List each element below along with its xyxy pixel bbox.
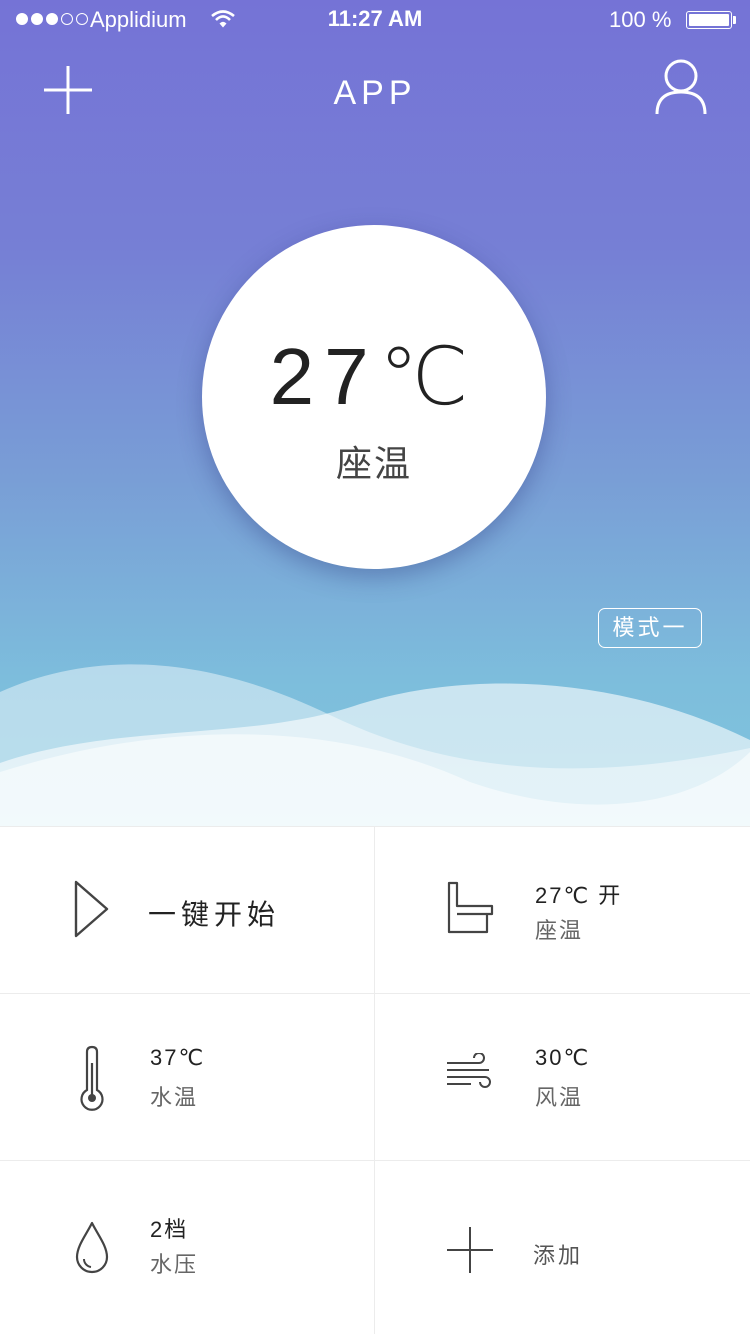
play-icon (74, 880, 109, 938)
battery-percent: 100 % (609, 7, 672, 32)
water-pressure-label: 水压 (150, 1252, 199, 1277)
seat-temp-value: 27℃ 开 (535, 883, 623, 908)
feature-grid: 一键开始 27℃ 开 座温 37℃ 水温 30℃ 风温 2档 水压 添加 (0, 826, 750, 1334)
seat-temp-card[interactable]: 27℃ 开 座温 (375, 826, 749, 993)
water-pressure-value: 2档 (150, 1217, 189, 1242)
temperature-label: 座温 (335, 443, 412, 484)
air-temp-card[interactable]: 30℃ 风温 (375, 993, 749, 1160)
user-icon[interactable] (650, 56, 712, 118)
temperature-value: 27℃ (269, 332, 479, 421)
battery-icon (686, 11, 732, 29)
hero-section: Applidium 11:27 AM 100 % APP 27℃ 座温 模式一 (0, 0, 750, 826)
one-key-start-button[interactable]: 一键开始 (0, 826, 374, 993)
water-pressure-card[interactable]: 2档 水压 (0, 1160, 374, 1327)
add-feature-button[interactable]: 添加 (375, 1160, 749, 1327)
temperature-dial[interactable]: 27℃ 座温 (202, 225, 546, 569)
wave-decoration (0, 664, 750, 826)
battery-tip (733, 16, 736, 24)
water-temp-card[interactable]: 37℃ 水温 (0, 993, 374, 1160)
water-temp-label: 水温 (150, 1085, 199, 1110)
thermometer-icon (80, 1045, 104, 1111)
water-temp-value: 37℃ (150, 1045, 206, 1070)
water-drop-icon (75, 1221, 109, 1274)
status-bar: Applidium 11:27 AM 100 % (0, 0, 750, 40)
page-title: APP (333, 74, 417, 112)
one-key-start-label: 一键开始 (148, 899, 281, 930)
air-temp-value: 30℃ (535, 1045, 591, 1070)
toilet-seat-icon (447, 881, 494, 934)
add-feature-label: 添加 (533, 1243, 584, 1268)
wind-icon (447, 1053, 491, 1088)
air-temp-label: 风温 (535, 1085, 584, 1110)
plus-icon (447, 1227, 493, 1273)
seat-temp-label: 座温 (535, 918, 584, 943)
